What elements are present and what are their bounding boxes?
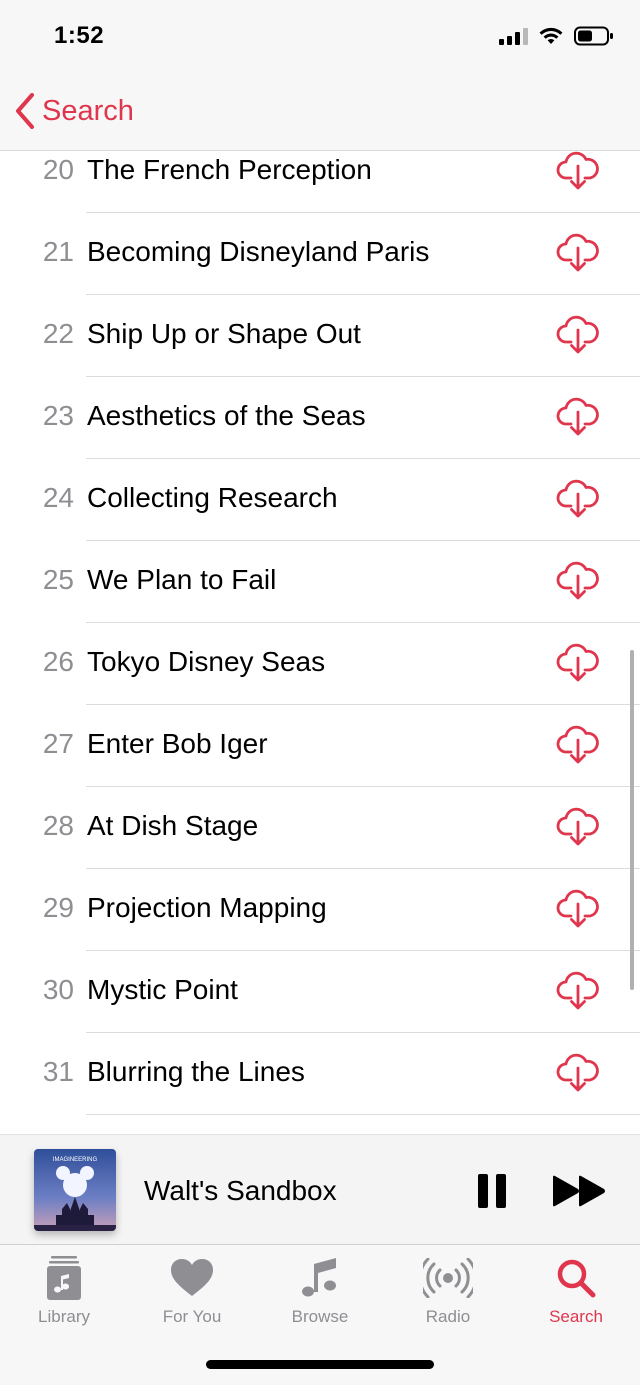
episode-number: 26 — [42, 646, 74, 677]
episode-number: 25 — [42, 564, 74, 595]
episode-row[interactable]: 28 At Dish Stage — [0, 787, 640, 869]
mini-player[interactable]: IMAGINEERING Walt's Sandbox — [0, 1134, 640, 1244]
episode-row[interactable]: 21 Becoming Disneyland Paris — [0, 213, 640, 295]
episode-list: 20 The French Perception 21 Becoming Disney… — [0, 131, 640, 1115]
chevron-left-icon — [16, 93, 34, 129]
episode-title: Mystic Point — [87, 974, 238, 1005]
cloud-download-icon[interactable] — [556, 725, 600, 765]
status-time: 1:52 — [54, 22, 105, 49]
cloud-download-icon[interactable] — [556, 971, 600, 1011]
back-button[interactable]: Search — [14, 92, 134, 130]
episode-row[interactable]: 26 Tokyo Disney Seas — [0, 623, 640, 705]
episode-title: Aesthetics of the Seas — [87, 400, 366, 431]
cloud-download-icon[interactable] — [556, 807, 600, 847]
cloud-download-icon[interactable] — [556, 1053, 600, 1093]
episode-row[interactable]: 30 Mystic Point — [0, 951, 640, 1033]
fast-forward-button[interactable] — [552, 1175, 606, 1207]
episode-title: Enter Bob Iger — [87, 728, 268, 759]
episode-title: Projection Mapping — [87, 892, 327, 923]
episode-title: Ship Up or Shape Out — [87, 318, 361, 349]
radio-broadcast-icon — [423, 1258, 473, 1298]
episode-title: Blurring the Lines — [87, 1056, 305, 1087]
tab-library[interactable]: Library — [0, 1255, 128, 1335]
cloud-download-icon[interactable] — [556, 889, 600, 929]
episode-number: 22 — [42, 318, 74, 349]
navigation-bar: 1:52 Search — [0, 0, 640, 151]
episode-row[interactable]: 27 Enter Bob Iger — [0, 705, 640, 787]
episode-title: Tokyo Disney Seas — [87, 646, 326, 677]
tab-label: Search — [549, 1307, 603, 1326]
status-icons — [499, 26, 614, 46]
battery-icon — [574, 26, 613, 46]
wifi-icon — [539, 27, 563, 44]
episode-number: 31 — [42, 1056, 74, 1087]
cloud-download-icon[interactable] — [556, 561, 600, 601]
tab-label: For You — [162, 1307, 222, 1326]
episode-row[interactable]: 31 Blurring the Lines — [0, 1033, 640, 1115]
episode-number: 20 — [42, 154, 74, 185]
episode-title: At Dish Stage — [87, 810, 259, 841]
episode-number: 30 — [42, 974, 74, 1005]
cloud-download-icon[interactable] — [556, 233, 600, 273]
cellular-signal-icon — [499, 27, 528, 45]
episode-row[interactable]: 23 Aesthetics of the Seas — [0, 377, 640, 459]
episode-title: The French Perception — [87, 154, 372, 185]
tab-label: Browse — [291, 1307, 349, 1326]
heart-icon — [171, 1259, 213, 1296]
artwork-text: IMAGINEERING — [53, 1157, 98, 1163]
cloud-download-icon[interactable] — [556, 479, 600, 519]
cloud-download-icon[interactable] — [556, 151, 600, 191]
tab-radio[interactable]: Radio — [384, 1255, 512, 1335]
search-icon — [557, 1259, 596, 1298]
episode-number: 29 — [42, 892, 74, 923]
episode-row[interactable]: 25 We Plan to Fail — [0, 541, 640, 623]
episode-row[interactable]: 29 Projection Mapping — [0, 869, 640, 951]
episode-row[interactable]: 22 Ship Up or Shape Out — [0, 295, 640, 377]
episode-title: Collecting Research — [87, 482, 338, 513]
music-note-icon — [302, 1258, 336, 1297]
episode-number: 27 — [42, 728, 74, 759]
tab-for-you[interactable]: For You — [128, 1255, 256, 1335]
tab-label: Library — [38, 1307, 90, 1326]
cloud-download-icon[interactable] — [556, 315, 600, 355]
episode-number: 28 — [42, 810, 74, 841]
home-indicator[interactable] — [206, 1360, 434, 1369]
episode-number: 21 — [42, 236, 74, 267]
tab-label: Radio — [425, 1307, 471, 1326]
episode-title: We Plan to Fail — [87, 564, 277, 595]
cloud-download-icon[interactable] — [556, 643, 600, 683]
episode-number: 23 — [42, 400, 74, 431]
back-label: Search — [42, 94, 134, 127]
tab-search[interactable]: Search — [512, 1255, 640, 1335]
episode-title: Becoming Disneyland Paris — [87, 236, 430, 267]
tab-browse[interactable]: Browse — [256, 1255, 384, 1335]
episode-row[interactable]: 24 Collecting Research — [0, 459, 640, 541]
now-playing-title: Walt's Sandbox — [144, 1175, 337, 1206]
now-playing-artwork[interactable]: IMAGINEERING — [34, 1149, 116, 1231]
cloud-download-icon[interactable] — [556, 397, 600, 437]
episode-number: 24 — [42, 482, 74, 513]
pause-button[interactable] — [476, 1173, 508, 1209]
scroll-indicator[interactable] — [630, 650, 634, 990]
library-icon — [47, 1256, 81, 1300]
row-divider — [86, 1114, 640, 1115]
